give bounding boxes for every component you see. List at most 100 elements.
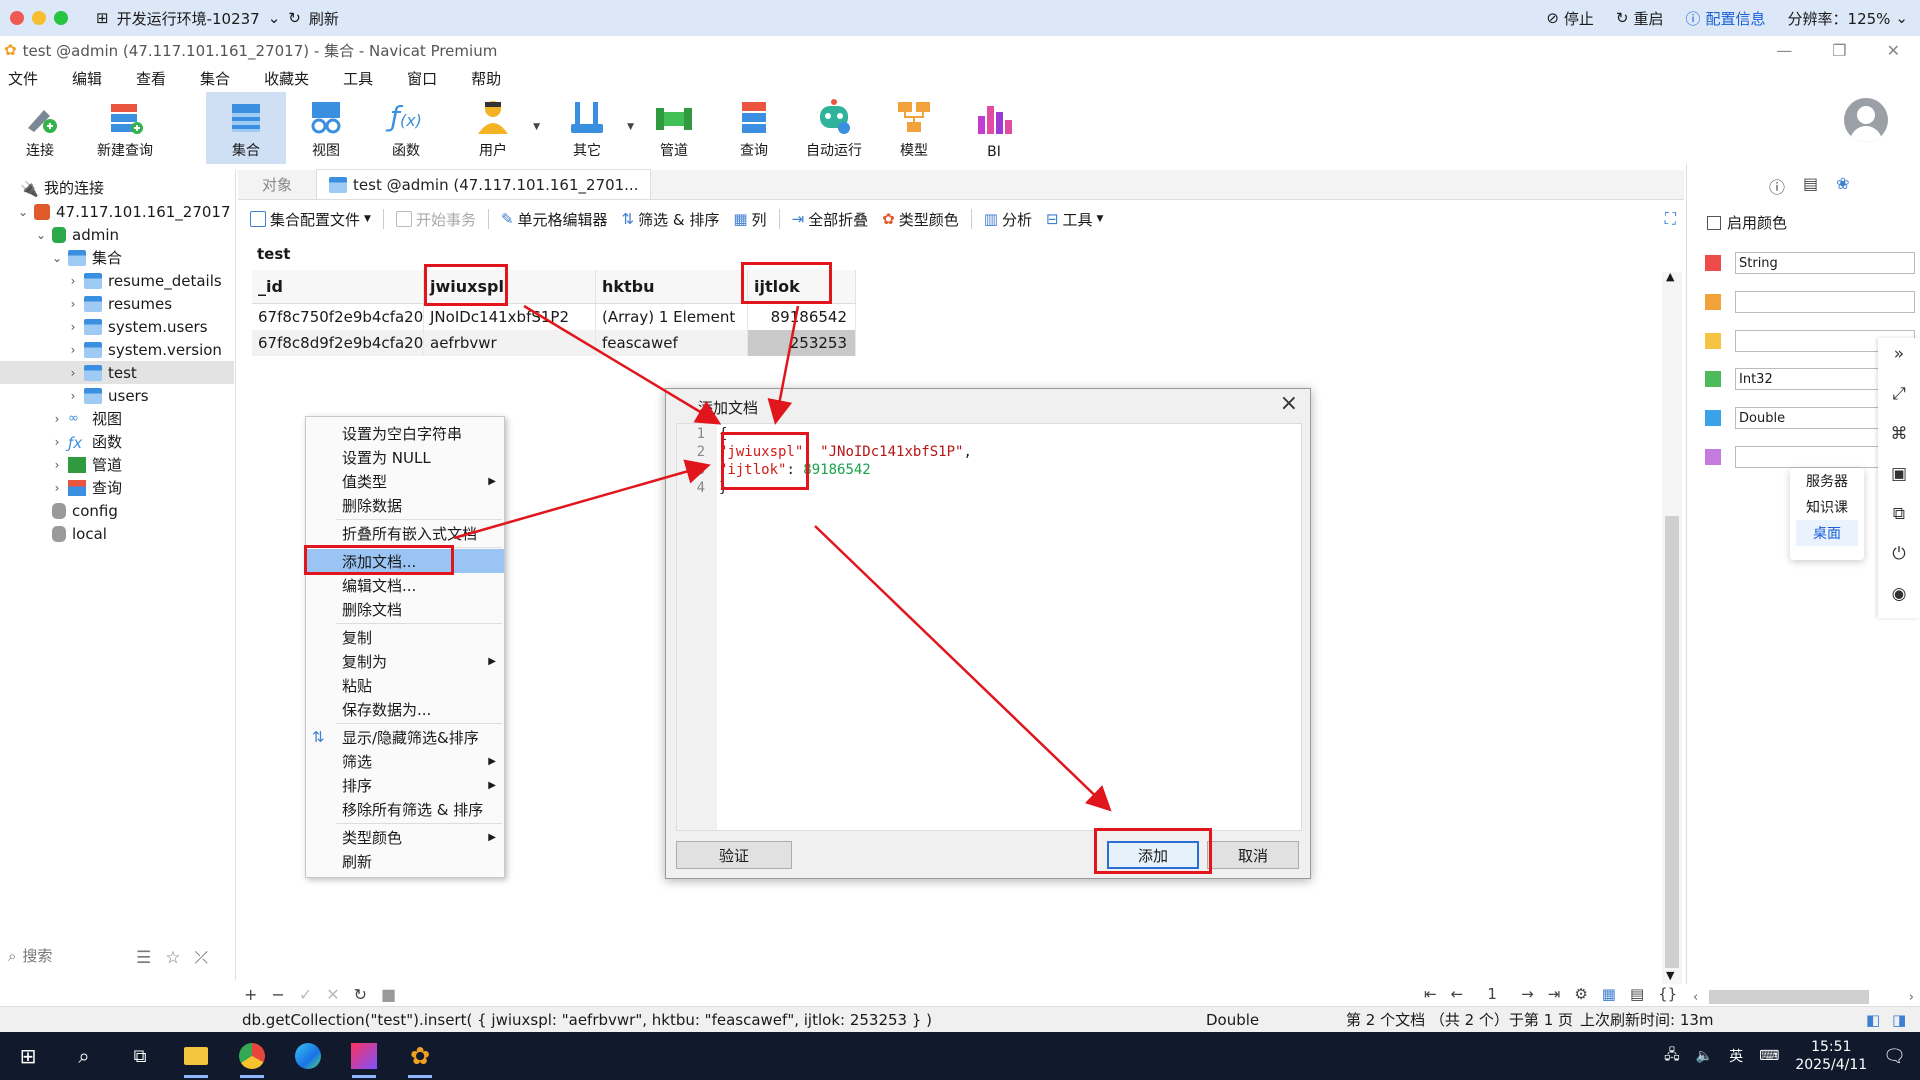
- model-button[interactable]: 模型: [874, 92, 954, 164]
- view-button[interactable]: 视图: [286, 92, 366, 164]
- popup-item-course[interactable]: 知识课: [1790, 494, 1864, 520]
- color-swatch[interactable]: [1705, 371, 1721, 387]
- resolution-selector[interactable]: 分辨率：125% ⌄: [1788, 8, 1908, 29]
- taskbar-explorer[interactable]: [168, 1032, 224, 1080]
- menu-delete-data[interactable]: 删除数据: [306, 493, 504, 517]
- menu-tools[interactable]: 工具: [343, 68, 373, 89]
- table-cell[interactable]: JNoIDc141xbfS1P2: [424, 304, 596, 330]
- type-input[interactable]: String: [1735, 252, 1915, 274]
- restore-icon[interactable]: ❐: [1832, 41, 1846, 60]
- tree-collections-folder[interactable]: ⌄ 集合: [50, 246, 122, 269]
- chevron-right-icon[interactable]: ›: [66, 366, 80, 380]
- type-input[interactable]: [1735, 291, 1915, 313]
- table-cell[interactable]: 89186542: [748, 304, 856, 330]
- table-cell[interactable]: aefrbvwr: [424, 330, 596, 356]
- chevron-right-icon[interactable]: ›: [66, 274, 80, 288]
- json-view-icon[interactable]: {}: [1658, 985, 1677, 1003]
- menu-window[interactable]: 窗口: [407, 68, 437, 89]
- fullscreen-icon[interactable]: ⤢: [1889, 384, 1909, 404]
- refresh-icon[interactable]: ↻: [354, 985, 367, 1004]
- tree-collection-item[interactable]: › resumes: [66, 292, 172, 315]
- filter-sort-button[interactable]: ⇅ 筛选 & 排序: [616, 205, 726, 233]
- tree-collection-test[interactable]: › test: [0, 361, 234, 384]
- menu-delete-document[interactable]: 删除文档: [306, 597, 504, 621]
- info-icon[interactable]: ⓘ: [1769, 174, 1785, 198]
- minimize-dot[interactable]: [32, 11, 46, 25]
- tab-objects[interactable]: 对象: [238, 169, 316, 199]
- layout-icon[interactable]: ⌘: [1889, 424, 1909, 444]
- last-page-icon[interactable]: ⇥: [1548, 985, 1561, 1003]
- copy-icon[interactable]: ⧉: [1889, 504, 1909, 524]
- eye-icon[interactable]: ◉: [1889, 584, 1909, 604]
- prev-page-icon[interactable]: ←: [1451, 985, 1464, 1003]
- connect-button[interactable]: 连接: [0, 92, 80, 164]
- table-cell[interactable]: 67f8c8d9f2e9b4cfa201!: [252, 330, 424, 356]
- new-query-button[interactable]: 新建查询: [80, 92, 170, 164]
- pipeline-button[interactable]: 管道: [634, 92, 714, 164]
- tab-collection-test[interactable]: test @admin (47.117.101.161_2701...: [316, 169, 652, 199]
- notification-icon[interactable]: 🗨: [1883, 1046, 1906, 1067]
- menu-collection[interactable]: 集合: [200, 68, 230, 89]
- chevron-right-icon[interactable]: ›: [50, 458, 64, 472]
- query-button[interactable]: 查询: [714, 92, 794, 164]
- tree-connection[interactable]: ⌄ 47.117.101.161_27017: [16, 200, 231, 223]
- taskbar-navicat[interactable]: ✿: [392, 1032, 448, 1080]
- chevron-right-icon[interactable]: ›: [50, 412, 64, 426]
- chevron-right-icon[interactable]: ›: [66, 389, 80, 403]
- tree-collection-item[interactable]: › users: [66, 384, 149, 407]
- popup-item-desktop[interactable]: 桌面: [1796, 520, 1858, 546]
- close-icon[interactable]: ✕: [1887, 41, 1900, 60]
- power-icon[interactable]: ⏻: [1889, 544, 1909, 564]
- tree-db-config[interactable]: config: [52, 499, 118, 522]
- tools-button[interactable]: ⊟ 工具 ▼: [1040, 205, 1110, 233]
- stop-button[interactable]: ⊘ 停止: [1546, 8, 1594, 29]
- panel-left-icon[interactable]: ◧: [1866, 1011, 1880, 1029]
- expand-icon[interactable]: »: [1889, 344, 1909, 364]
- collapse-all-button[interactable]: ⇥ 全部折叠: [786, 205, 875, 233]
- minimize-icon[interactable]: —: [1776, 41, 1792, 60]
- form-view-icon[interactable]: ▤: [1630, 985, 1644, 1003]
- chevron-right-icon[interactable]: ›: [50, 435, 64, 449]
- begin-transaction-button[interactable]: 开始事务: [390, 205, 482, 233]
- chevron-right-icon[interactable]: ›: [66, 297, 80, 311]
- enable-color-toggle[interactable]: 启用颜色: [1707, 212, 1787, 233]
- menu-value-type[interactable]: 值类型 ▶: [306, 469, 504, 493]
- first-page-icon[interactable]: ⇤: [1424, 985, 1437, 1003]
- scroll-down-icon[interactable]: ▼: [1666, 969, 1674, 982]
- automation-button[interactable]: 自动运行: [794, 92, 874, 164]
- tree-collection-item[interactable]: › resume_details: [66, 269, 222, 292]
- cancel-button[interactable]: 取消: [1207, 841, 1299, 869]
- filter-icon[interactable]: ☰: [136, 948, 151, 968]
- menu-refresh[interactable]: 刷新: [306, 849, 504, 873]
- chevron-down-icon[interactable]: ⌄: [34, 228, 48, 242]
- fullscreen-icon[interactable]: ⛶: [1665, 209, 1676, 229]
- palette-icon[interactable]: ❀: [1836, 174, 1849, 198]
- menu-toggle-filter[interactable]: ⇅ 显示/隐藏筛选&排序: [306, 725, 504, 749]
- keyboard-icon[interactable]: ⌨: [1759, 1048, 1779, 1064]
- color-swatch[interactable]: [1705, 410, 1721, 426]
- close-dot[interactable]: [10, 11, 24, 25]
- menu-file[interactable]: 文件: [8, 68, 38, 89]
- search-input[interactable]: 搜索: [22, 945, 52, 966]
- menu-filter[interactable]: 筛选 ▶: [306, 749, 504, 773]
- stop-icon[interactable]: ■: [381, 985, 396, 1004]
- other-button[interactable]: 其它 ▼: [540, 92, 634, 164]
- env-selector[interactable]: 开发运行环境-10237: [117, 8, 260, 29]
- popup-item-server[interactable]: 服务器: [1790, 468, 1864, 494]
- restart-button[interactable]: ↻ 重启: [1616, 8, 1664, 29]
- task-view-button[interactable]: ⧉: [112, 1032, 168, 1080]
- chevron-right-icon[interactable]: ›: [50, 481, 64, 495]
- table-cell[interactable]: 67f8c750f2e9b4cfa201!: [252, 304, 424, 330]
- color-swatch[interactable]: [1705, 449, 1721, 465]
- menu-set-null[interactable]: 设置为 NULL: [306, 445, 504, 469]
- color-swatch[interactable]: [1705, 333, 1721, 349]
- chevron-down-icon[interactable]: ⌄: [16, 205, 30, 219]
- user-avatar[interactable]: [1844, 98, 1888, 142]
- grid-vertical-scrollbar[interactable]: ▲ ▼: [1662, 270, 1682, 984]
- tree-search[interactable]: ⌕ 搜索: [8, 945, 52, 966]
- cell-editor-button[interactable]: ✎ 单元格编辑器: [495, 205, 614, 233]
- menu-help[interactable]: 帮助: [471, 68, 501, 89]
- input-language[interactable]: 英: [1729, 1046, 1743, 1066]
- star-icon[interactable]: ☆: [165, 948, 180, 968]
- system-clock[interactable]: 15:51 2025/4/11: [1795, 1038, 1867, 1074]
